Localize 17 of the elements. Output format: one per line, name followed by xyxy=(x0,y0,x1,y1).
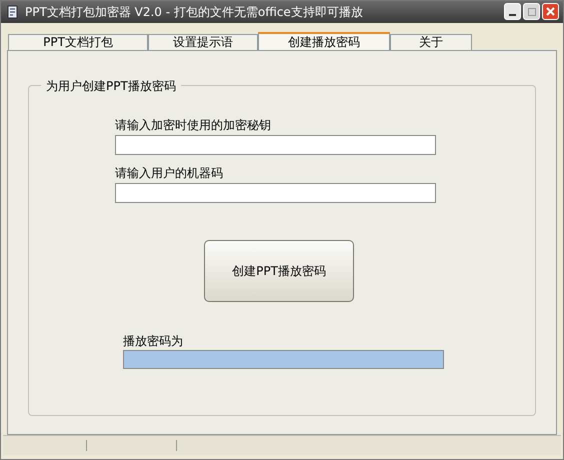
password-output-field[interactable] xyxy=(123,350,444,369)
input-field[interactable] xyxy=(115,182,436,203)
tab[interactable]: 设置提示语 xyxy=(148,34,258,50)
maximize-button[interactable] xyxy=(523,3,540,20)
input-field[interactable] xyxy=(115,134,436,155)
group-title: 为用户创建PPT播放密码 xyxy=(41,76,181,95)
close-icon xyxy=(546,7,555,16)
result-label: 播放密码为 xyxy=(123,332,183,349)
tab[interactable]: 创建播放密码 xyxy=(258,32,390,50)
tab[interactable]: 关于 xyxy=(390,34,472,50)
field-label: 请输入加密时使用的加密秘钥 xyxy=(115,116,271,133)
create-password-button[interactable]: 创建PPT播放密码 xyxy=(204,240,354,302)
minimize-button[interactable] xyxy=(504,3,521,20)
window-title: PPT文档打包加密器 V2.0 - 打包的文件无需office支持即可播放 xyxy=(25,4,364,21)
field-label: 请输入用户的机器码 xyxy=(115,164,223,181)
tab[interactable]: PPT文档打包 xyxy=(8,34,148,50)
close-button[interactable] xyxy=(542,3,559,20)
